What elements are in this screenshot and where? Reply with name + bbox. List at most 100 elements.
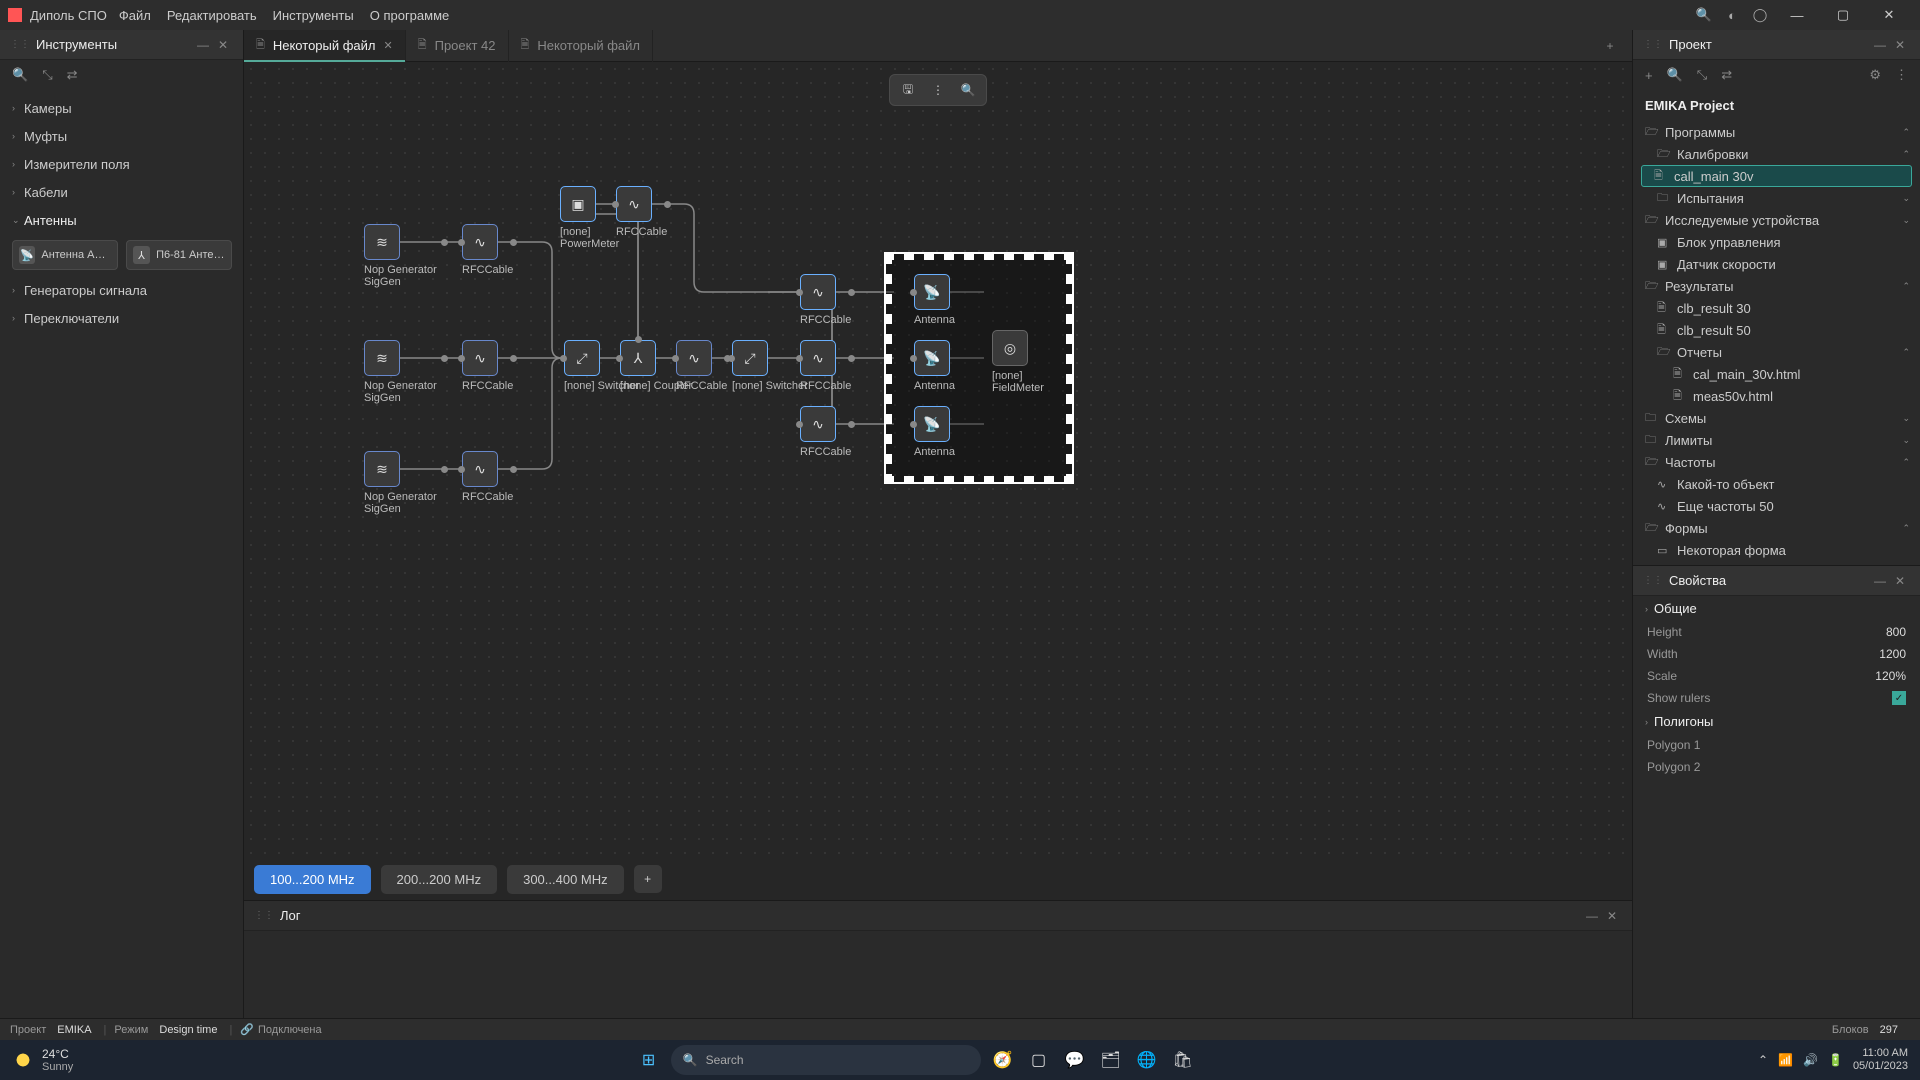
- tree-call-main[interactable]: 🗎call_main 30v: [1641, 165, 1912, 187]
- tree-forms[interactable]: 🗁Формы⌃: [1633, 517, 1920, 539]
- node-rfccable[interactable]: ∿: [800, 274, 836, 310]
- save-icon[interactable]: 🖫: [896, 78, 920, 102]
- menu-about[interactable]: О программе: [370, 8, 450, 23]
- tree-duts[interactable]: 🗁Исследуемые устройства⌄: [1633, 209, 1920, 231]
- node-rfccable[interactable]: ∿: [462, 224, 498, 260]
- antenna-thumb-1[interactable]: 📡Антенна АКИ...: [12, 240, 118, 270]
- collapse-icon[interactable]: ⤡: [42, 67, 52, 83]
- tree-item-cables[interactable]: ›Кабели: [0, 178, 243, 206]
- node-rfccable[interactable]: ∿: [616, 186, 652, 222]
- close-icon[interactable]: ✕: [1602, 909, 1622, 923]
- tree-res2[interactable]: 🗎clb_result 50: [1633, 319, 1920, 341]
- taskbar-app[interactable]: 🧭: [989, 1046, 1017, 1074]
- tab-project42[interactable]: 🗎Проект 42: [406, 30, 509, 62]
- node-coupler[interactable]: ⅄: [620, 340, 656, 376]
- close-icon[interactable]: ✕: [384, 39, 393, 52]
- node-powermeter[interactable]: ▣: [560, 186, 596, 222]
- collapse-icon[interactable]: ⤡: [1697, 67, 1707, 83]
- more-icon[interactable]: ⋮: [1895, 67, 1908, 83]
- tree-item-mufts[interactable]: ›Муфты: [0, 122, 243, 150]
- taskbar-search[interactable]: 🔍Search: [671, 1045, 981, 1075]
- taskbar-clock[interactable]: 11:00 AM05/01/2023: [1853, 1047, 1908, 1073]
- freq-tab-3[interactable]: 300...400 MHz: [507, 865, 624, 894]
- prop-height[interactable]: Height800: [1633, 621, 1920, 643]
- menu-edit[interactable]: Редактировать: [167, 8, 257, 23]
- prop-width[interactable]: Width1200: [1633, 643, 1920, 665]
- more-icon[interactable]: ⋮: [926, 78, 950, 102]
- battery-icon[interactable]: 🔋: [1828, 1053, 1843, 1067]
- tree-rep2[interactable]: 🗎meas50v.html: [1633, 385, 1920, 407]
- canvas[interactable]: 🖫 ⋮ 🔍: [244, 62, 1632, 858]
- prop-rulers[interactable]: Show rulers✓: [1633, 687, 1920, 709]
- volume-icon[interactable]: 🔊: [1803, 1053, 1818, 1067]
- window-minimize[interactable]: —: [1774, 0, 1820, 30]
- chevron-up-icon[interactable]: ⌃: [1758, 1053, 1768, 1067]
- add-icon[interactable]: +: [1645, 68, 1653, 83]
- zoom-icon[interactable]: 🔍: [956, 78, 980, 102]
- tree-schemes[interactable]: 🗀Схемы⌄: [1633, 407, 1920, 429]
- tree-programs[interactable]: 🗁Программы⌃: [1633, 121, 1920, 143]
- menu-file[interactable]: Файл: [119, 8, 151, 23]
- search-icon[interactable]: 🔍: [1690, 7, 1718, 23]
- add-tab-button[interactable]: +: [1596, 39, 1624, 53]
- tree-tests[interactable]: 🗀Испытания⌄: [1633, 187, 1920, 209]
- minimize-panel-icon[interactable]: —: [193, 38, 213, 52]
- minimize-icon[interactable]: —: [1870, 574, 1890, 588]
- node-fieldmeter[interactable]: ◎: [992, 330, 1028, 366]
- search-icon[interactable]: 🔍: [12, 67, 28, 83]
- taskbar-explorer[interactable]: 🗂: [1097, 1046, 1125, 1074]
- prop-poly2[interactable]: Polygon 2: [1633, 756, 1920, 778]
- tree-freq1[interactable]: ∿Какой-то объект: [1633, 473, 1920, 495]
- node-rfccable[interactable]: ∿: [462, 340, 498, 376]
- start-button[interactable]: ⊞: [635, 1046, 663, 1074]
- tab-file1[interactable]: 🗎Некоторый файл✕: [244, 30, 406, 62]
- tree-limits[interactable]: 🗀Лимиты⌄: [1633, 429, 1920, 451]
- prop-scale[interactable]: Scale120%: [1633, 665, 1920, 687]
- node-rfccable[interactable]: ∿: [800, 406, 836, 442]
- tree-item-generators[interactable]: ›Генераторы сигнала: [0, 276, 243, 304]
- node-antenna[interactable]: 📡: [914, 340, 950, 376]
- checkbox-icon[interactable]: ✓: [1892, 691, 1906, 705]
- tree-item-cameras[interactable]: ›Камеры: [0, 94, 243, 122]
- tree-form1[interactable]: ▭Некоторая форма: [1633, 539, 1920, 561]
- node-generator[interactable]: ≋: [364, 340, 400, 376]
- wifi-icon[interactable]: 📶: [1778, 1053, 1793, 1067]
- swap-icon[interactable]: ⇄: [67, 67, 78, 83]
- close-icon[interactable]: ✕: [1890, 574, 1910, 588]
- filter-icon[interactable]: ⚙: [1869, 67, 1881, 83]
- node-rfccable[interactable]: ∿: [462, 451, 498, 487]
- tree-freq2[interactable]: ∿Еще частоты 50: [1633, 495, 1920, 517]
- tree-dut2[interactable]: ▣Датчик скорости: [1633, 253, 1920, 275]
- tree-item-switches[interactable]: ›Переключатели: [0, 304, 243, 332]
- user-icon[interactable]: ◯: [1746, 7, 1774, 23]
- taskbar-app[interactable]: ▢: [1025, 1046, 1053, 1074]
- tree-rep1[interactable]: 🗎cal_main_30v.html: [1633, 363, 1920, 385]
- props-group-general[interactable]: ›Общие: [1633, 596, 1920, 621]
- taskbar-edge[interactable]: 🌐: [1133, 1046, 1161, 1074]
- menu-tools[interactable]: Инструменты: [273, 8, 354, 23]
- node-antenna[interactable]: 📡: [914, 274, 950, 310]
- tree-results[interactable]: 🗁Результаты⌃: [1633, 275, 1920, 297]
- node-rfccable[interactable]: ∿: [676, 340, 712, 376]
- close-icon[interactable]: ✕: [1890, 38, 1910, 52]
- system-tray[interactable]: ⌃ 📶 🔊 🔋 11:00 AM05/01/2023: [1758, 1047, 1908, 1073]
- theme-icon[interactable]: ◐: [1718, 8, 1746, 23]
- tree-res1[interactable]: 🗎clb_result 30: [1633, 297, 1920, 319]
- freq-tab-2[interactable]: 200...200 MHz: [381, 865, 498, 894]
- taskbar-store[interactable]: 🛍: [1169, 1046, 1197, 1074]
- props-group-polygons[interactable]: ›Полигоны: [1633, 709, 1920, 734]
- antenna-thumb-2[interactable]: ⅄П6-81 Антен...: [126, 240, 232, 270]
- node-generator[interactable]: ≋: [364, 224, 400, 260]
- minimize-icon[interactable]: —: [1582, 909, 1602, 923]
- node-antenna[interactable]: 📡: [914, 406, 950, 442]
- swap-icon[interactable]: ⇄: [1721, 67, 1732, 83]
- search-icon[interactable]: 🔍: [1667, 67, 1683, 83]
- window-close[interactable]: ✕: [1866, 0, 1912, 30]
- tree-reports[interactable]: 🗁Отчеты⌃: [1633, 341, 1920, 363]
- tree-item-fieldmeters[interactable]: ›Измерители поля: [0, 150, 243, 178]
- node-switcher[interactable]: ⤢: [564, 340, 600, 376]
- node-generator[interactable]: ≋: [364, 451, 400, 487]
- add-freq-button[interactable]: +: [634, 865, 662, 893]
- tree-calibrations[interactable]: 🗁Калибровки⌃: [1633, 143, 1920, 165]
- close-panel-icon[interactable]: ✕: [213, 38, 233, 52]
